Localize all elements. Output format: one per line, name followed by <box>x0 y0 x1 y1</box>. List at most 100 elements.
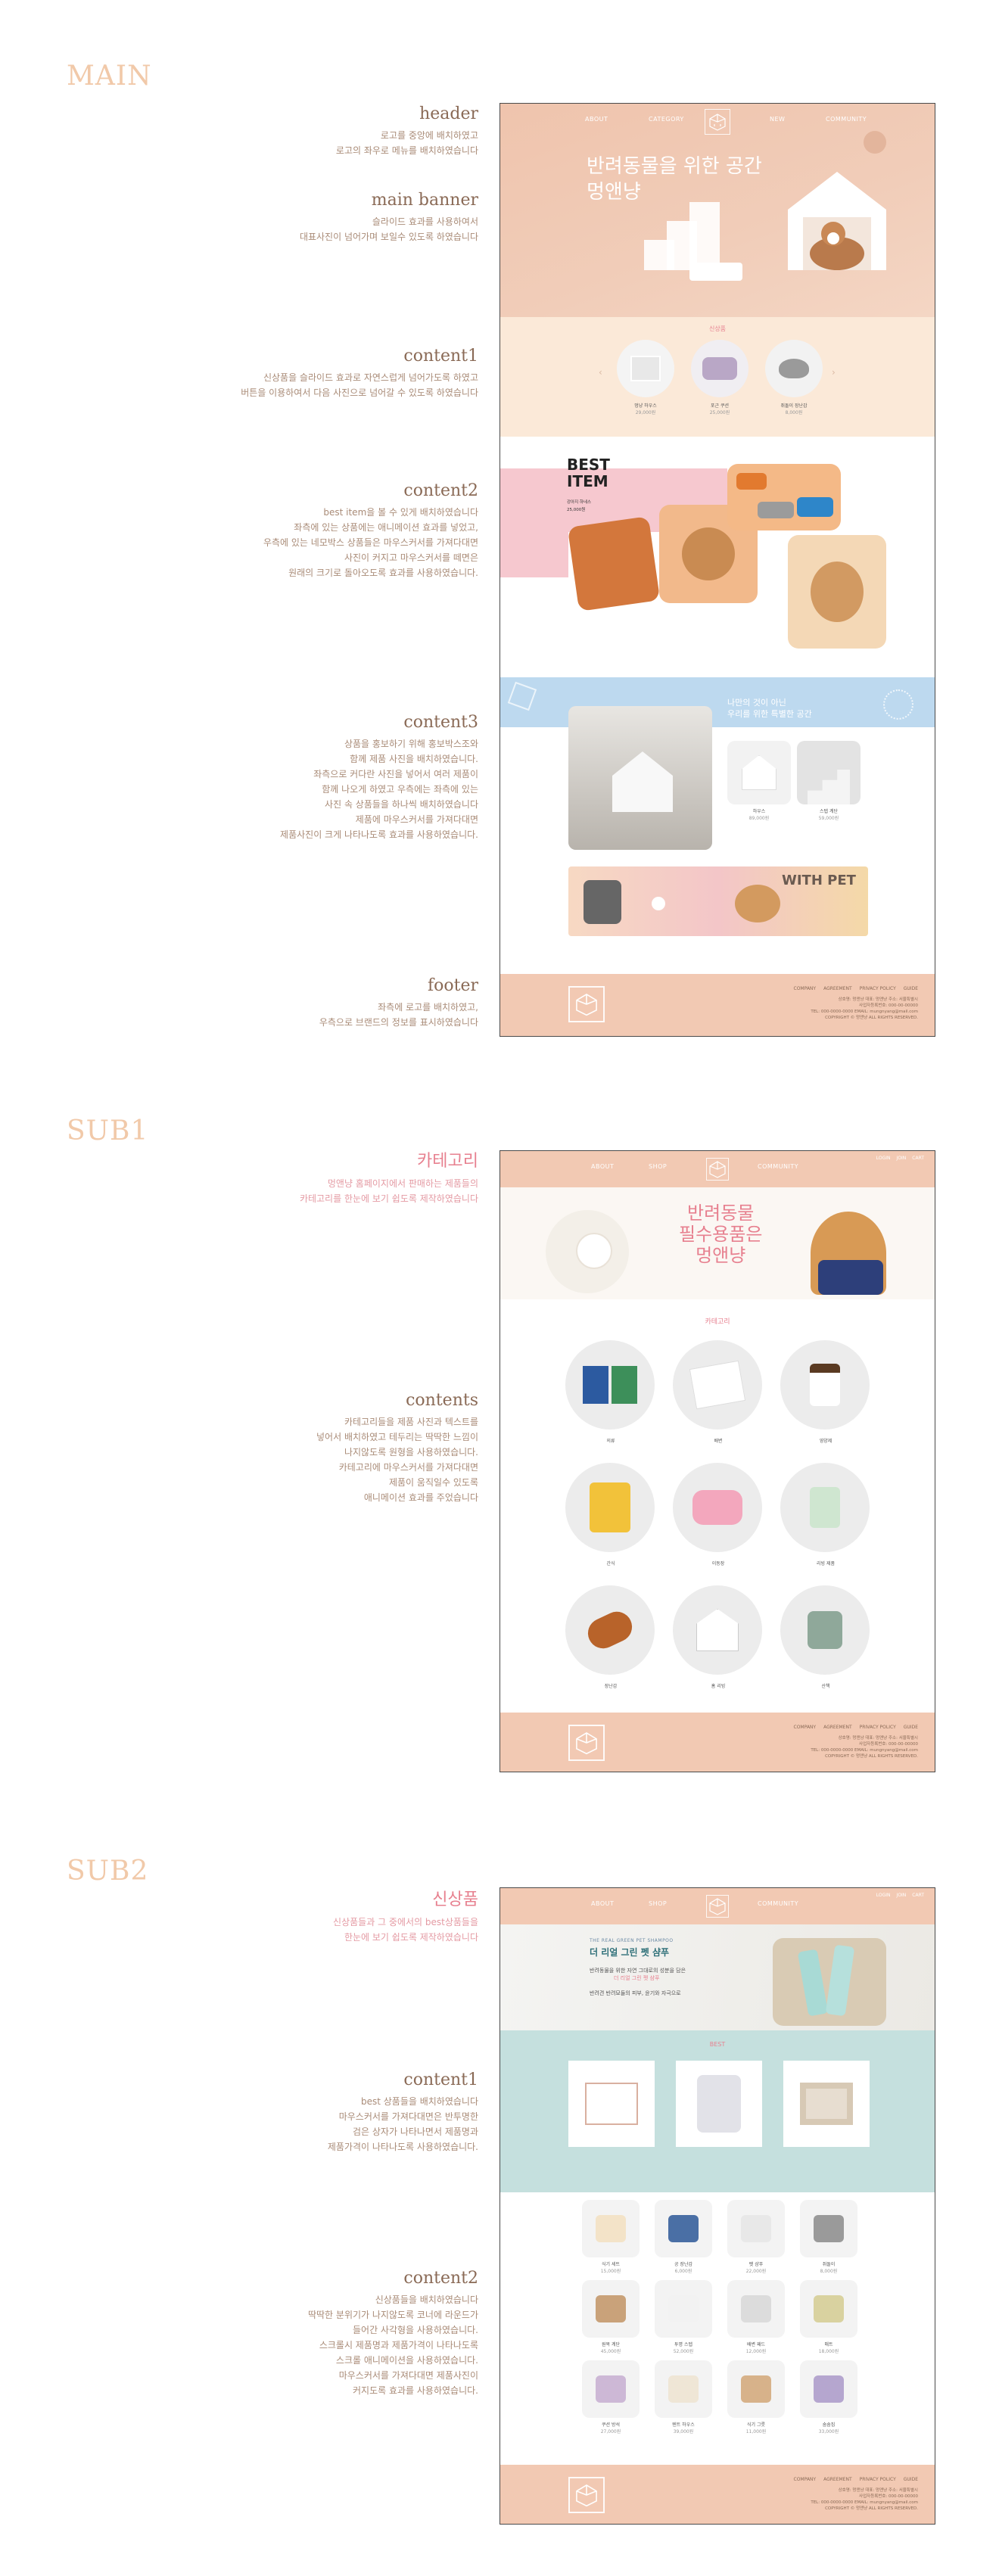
banner-bowl-image <box>689 263 742 281</box>
annotation-line: best 상품들을 배치하였습니다 <box>360 2096 478 2107</box>
join-link[interactable]: JOIN <box>897 1893 907 1898</box>
login-link[interactable]: LOGIN <box>876 1156 891 1161</box>
best-title-line1: BEST <box>567 456 610 474</box>
cart-link[interactable]: CART <box>912 1156 924 1161</box>
promo-item-image[interactable] <box>727 741 791 804</box>
new-item-card[interactable]: 멍냥 하우스 29,000원 <box>615 340 676 415</box>
shampoo-basket-image <box>773 1938 886 2026</box>
new-product-card[interactable]: 펫 샴푸 22,000원 <box>724 2200 788 2274</box>
footer-link[interactable]: COMPANY <box>794 1725 817 1730</box>
nav-item-category[interactable]: CATEGORY <box>649 116 684 123</box>
slider-next-icon[interactable]: › <box>832 367 836 378</box>
nav-item-community[interactable]: COMMUNITY <box>758 1900 798 1907</box>
category-image <box>673 1585 762 1675</box>
category-item[interactable]: 간식 <box>565 1463 656 1566</box>
category-item[interactable]: 장난감 <box>565 1585 656 1689</box>
best-product-card[interactable] <box>676 2061 762 2147</box>
footer-link[interactable]: COMPANY <box>794 986 817 991</box>
best-dog-image-2[interactable] <box>788 535 886 649</box>
best-harness-grid[interactable] <box>727 464 841 530</box>
annotation-title: content1 <box>403 347 478 366</box>
banner-line2: 더 리얼 그린 펫 샴푸 <box>614 1975 660 1981</box>
footer-logo[interactable] <box>568 986 605 1022</box>
new-product-card[interactable]: 숨숨집 33,000원 <box>797 2360 861 2434</box>
annotation-line: best item을 볼 수 있게 배치하였습니다 <box>323 507 478 518</box>
annotation-line: 제품에 마우스커서를 가져다대면 <box>355 814 478 825</box>
banner-title-line1: 반려동물을 위한 공간 <box>587 155 762 178</box>
category-item[interactable]: 산책 <box>780 1585 871 1689</box>
best-item-price: 25,000원 <box>567 508 586 512</box>
category-item[interactable]: 배변 <box>673 1340 764 1444</box>
new-product-card[interactable]: 텐트 하우스 39,000원 <box>652 2360 715 2434</box>
new-product-card[interactable]: 배변 패드 12,000원 <box>724 2280 788 2354</box>
footer-link[interactable]: PRIVACY POLICY <box>860 1725 896 1730</box>
category-item[interactable]: 의류 <box>565 1340 656 1444</box>
category-title: 카테고리 <box>705 1318 730 1326</box>
nav-item-about[interactable]: ABOUT <box>585 116 608 123</box>
product-image <box>765 340 823 397</box>
new-item-card[interactable]: 포근 쿠션 25,000원 <box>689 340 750 415</box>
category-item[interactable]: 홈 리빙 <box>673 1585 764 1689</box>
new-product-card[interactable]: 공 장난감 6,000원 <box>652 2200 715 2274</box>
logo[interactable] <box>706 1895 729 1918</box>
footer-link[interactable]: AGREEMENT <box>823 1725 852 1730</box>
new-product-card[interactable]: 쿠션 방석 27,000원 <box>579 2360 643 2434</box>
footer-logo[interactable] <box>568 1725 605 1761</box>
category-grid: 의류 배변 영양제 간식 이동장 리빙 제품 장난감 홈 리빙 산책 <box>565 1340 871 1689</box>
slider-prev-icon[interactable]: ‹ <box>599 367 602 378</box>
footer-link[interactable]: GUIDE <box>904 2477 918 2482</box>
new-product-card[interactable]: 투명 스텝 52,000원 <box>652 2280 715 2354</box>
category-label: 산책 <box>821 1684 830 1689</box>
best-harness-image[interactable] <box>567 516 661 611</box>
new-product-card[interactable]: 식기 그릇 11,000원 <box>724 2360 788 2434</box>
annotation-line: 신상품을 슬라이드 효과로 자연스럽게 넘어가도록 하였고 <box>263 372 478 383</box>
nav-item-shop[interactable]: SHOP <box>649 1163 667 1170</box>
section-title-sub1: SUB1 <box>67 1115 149 1146</box>
product-name: 쥐돌이 <box>822 2262 836 2267</box>
cart-link[interactable]: CART <box>912 1893 924 1898</box>
category-label: 의류 <box>606 1439 615 1444</box>
best-product-card[interactable] <box>783 2061 870 2147</box>
annotation-content3: content3 상품을 홍보하기 위해 홍보박스조와 함께 제품 사진을 배치… <box>191 713 478 842</box>
footer-link[interactable]: GUIDE <box>904 986 918 991</box>
nav-item-community[interactable]: COMMUNITY <box>758 1163 798 1170</box>
banner-line1: 반려동물을 위한 자연 그대로의 성분을 담은 <box>590 1968 686 1974</box>
footer-info: 상호명: 멍앤냥 대표: 멍앤냥 주소: 서울특별시 사업자등록번호: 000-… <box>721 2487 918 2512</box>
banner-line3: 반려견 반려묘들의 피부, 윤기와 자극으로 <box>590 1990 681 1996</box>
new-product-card[interactable]: 식기 세트 15,000원 <box>579 2200 643 2274</box>
annotation-footer: footer 좌측에 로고를 배치하였고, 우측으로 브랜드의 정보를 표시하였… <box>191 976 478 1030</box>
login-link[interactable]: LOGIN <box>876 1893 891 1898</box>
annotation-line: 사진이 커지고 마우스커서를 떼면은 <box>344 552 478 563</box>
nav-item-community[interactable]: COMMUNITY <box>826 116 867 123</box>
nav-item-shop[interactable]: SHOP <box>649 1900 667 1907</box>
logo-icon <box>576 1732 597 1755</box>
promo-line2: 우리를 위한 특별한 공간 <box>727 709 812 719</box>
nav-item-new[interactable]: NEW <box>770 116 785 123</box>
best-product-card[interactable] <box>568 2061 655 2147</box>
promo-copy: 나만의 것이 아닌 우리를 위한 특별한 공간 <box>727 697 812 720</box>
promo-item-image[interactable] <box>797 741 861 804</box>
footer-link[interactable]: PRIVACY POLICY <box>860 986 896 991</box>
footer-link[interactable]: GUIDE <box>904 1725 918 1730</box>
footer-link[interactable]: PRIVACY POLICY <box>860 2477 896 2482</box>
category-item[interactable]: 이동장 <box>673 1463 764 1566</box>
nav-item-about[interactable]: ABOUT <box>591 1900 614 1907</box>
logo[interactable] <box>705 109 730 135</box>
category-item[interactable]: 영양제 <box>780 1340 871 1444</box>
annotation-line: 사진 속 상품들을 하나씩 배치하였습니다 <box>325 799 478 810</box>
product-price: 11,000원 <box>745 2429 767 2434</box>
footer-link[interactable]: AGREEMENT <box>823 986 852 991</box>
category-item[interactable]: 리빙 제품 <box>780 1463 871 1566</box>
promo-main-image[interactable] <box>568 706 712 850</box>
nav-item-about[interactable]: ABOUT <box>591 1163 614 1170</box>
join-link[interactable]: JOIN <box>897 1156 907 1161</box>
footer-link[interactable]: COMPANY <box>794 2477 817 2482</box>
logo[interactable] <box>706 1158 729 1181</box>
footer-link[interactable]: AGREEMENT <box>823 2477 852 2482</box>
new-item-card[interactable]: 쥐돌이 장난감 8,000원 <box>764 340 824 415</box>
new-product-card[interactable]: 매트 18,000원 <box>797 2280 861 2354</box>
with-pet-banner[interactable]: WITH PET <box>568 866 868 936</box>
new-product-card[interactable]: 쥐돌이 8,000원 <box>797 2200 861 2274</box>
new-product-card[interactable]: 원목 계단 45,000원 <box>579 2280 643 2354</box>
footer-logo[interactable] <box>568 2477 605 2513</box>
